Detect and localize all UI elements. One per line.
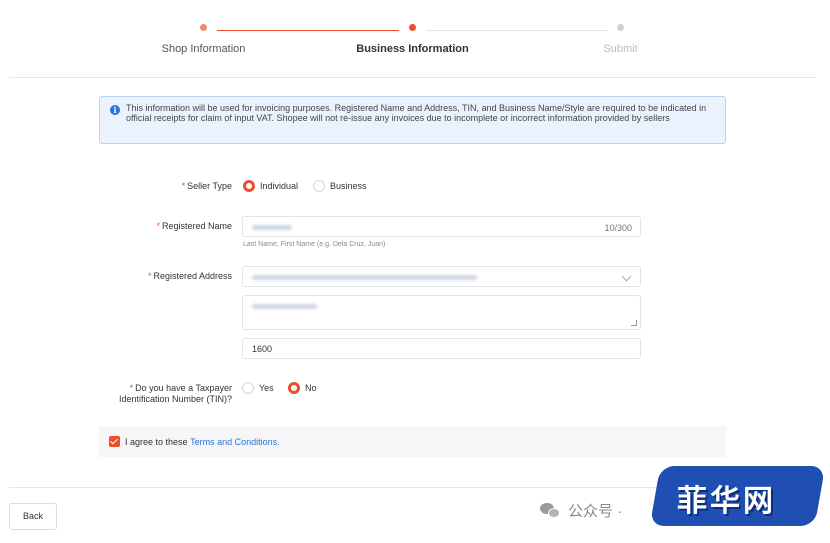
terms-checkbox[interactable] (109, 436, 120, 447)
step-business-information: Business Information (356, 24, 469, 55)
divider (9, 77, 816, 78)
tin-label: * Do you have a Taxpayer Identification N… (118, 383, 232, 404)
wechat-icon (540, 502, 562, 520)
terms-agreement: I agree to these Terms and Conditions. (99, 426, 726, 457)
tin-yes-radio[interactable]: Yes (242, 382, 274, 394)
watermark-text: 公众号 · (568, 503, 623, 520)
seller-type-business-radio[interactable]: Business (313, 180, 367, 192)
info-icon: i (110, 105, 120, 115)
step-dot (409, 24, 416, 31)
back-button[interactable]: Back (9, 503, 57, 530)
info-text: This information will be used for invoic… (126, 103, 707, 123)
postal-code-input[interactable]: 1600 (242, 338, 641, 359)
step-connector-pending (426, 30, 608, 31)
logo-text: 菲华网 (677, 484, 776, 519)
registered-address-label: * Registered Address (147, 271, 232, 281)
step-label: Shop Information (161, 43, 246, 55)
terms-link[interactable]: Terms and Conditions. (190, 437, 280, 447)
char-counter: 10/300 (604, 223, 632, 233)
progress-stepper: Shop Information Business Information Su… (0, 0, 830, 78)
resize-handle-icon[interactable] (631, 320, 637, 326)
terms-text: I agree to these (125, 436, 188, 447)
seller-type-label: * Seller Type (181, 181, 232, 191)
registered-name-hint: Last Name, First Name (e.g. Dela Cruz, J… (243, 241, 386, 248)
wechat-watermark: 公众号 · (540, 500, 622, 521)
tin-no-radio[interactable]: No (288, 382, 317, 394)
seller-type-individual-radio[interactable]: Individual (243, 180, 298, 192)
step-submit: Submit (603, 24, 638, 55)
step-label: Submit (603, 43, 638, 55)
address-detail-textarea[interactable] (242, 295, 641, 330)
step-shop-information: Shop Information (162, 24, 245, 55)
chevron-down-icon (621, 271, 632, 282)
step-connector-done (217, 30, 399, 31)
site-logo-watermark: 菲华网 (649, 462, 826, 530)
registered-name-input[interactable]: 10/300 (242, 216, 641, 237)
registered-name-label: * Registered Name (156, 221, 232, 231)
step-dot (617, 24, 624, 31)
address-region-select[interactable] (242, 266, 641, 287)
step-dot (200, 24, 207, 31)
info-banner: i This information will be used for invo… (99, 96, 726, 144)
step-label: Business Information (356, 43, 469, 55)
